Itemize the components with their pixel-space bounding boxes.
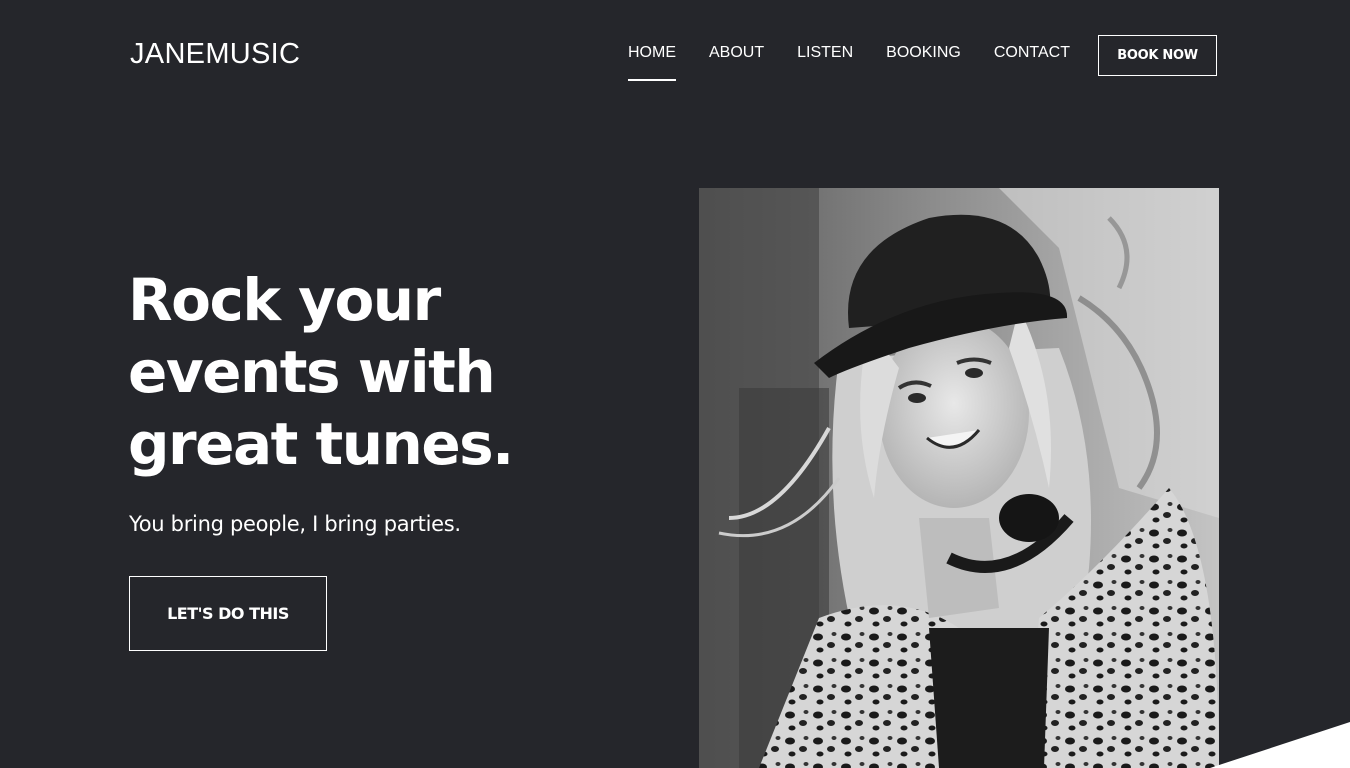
hero-headline-line: events with (128, 338, 496, 406)
hero-headline-line: Rock your (128, 266, 441, 334)
nav-listen[interactable]: LISTEN (797, 44, 853, 62)
lets-do-this-button[interactable]: LET'S DO THIS (129, 576, 327, 651)
main-nav: HOME ABOUT LISTEN BOOKING CONTACT (628, 44, 1103, 81)
nav-booking[interactable]: BOOKING (886, 44, 961, 62)
site-logo[interactable]: JANEMUSIC (130, 38, 300, 71)
book-now-button[interactable]: BOOK NOW (1098, 35, 1217, 76)
hero-photo (699, 188, 1219, 768)
nav-home[interactable]: HOME (628, 44, 676, 81)
hero-subheadline: You bring people, I bring parties. (129, 512, 461, 536)
hero-headline-line: great tunes. (128, 410, 514, 478)
nav-about[interactable]: ABOUT (709, 44, 764, 62)
hero-headline: Rock your events with great tunes. (128, 264, 514, 480)
nav-contact[interactable]: CONTACT (994, 44, 1070, 62)
decorative-corner (1210, 722, 1350, 768)
